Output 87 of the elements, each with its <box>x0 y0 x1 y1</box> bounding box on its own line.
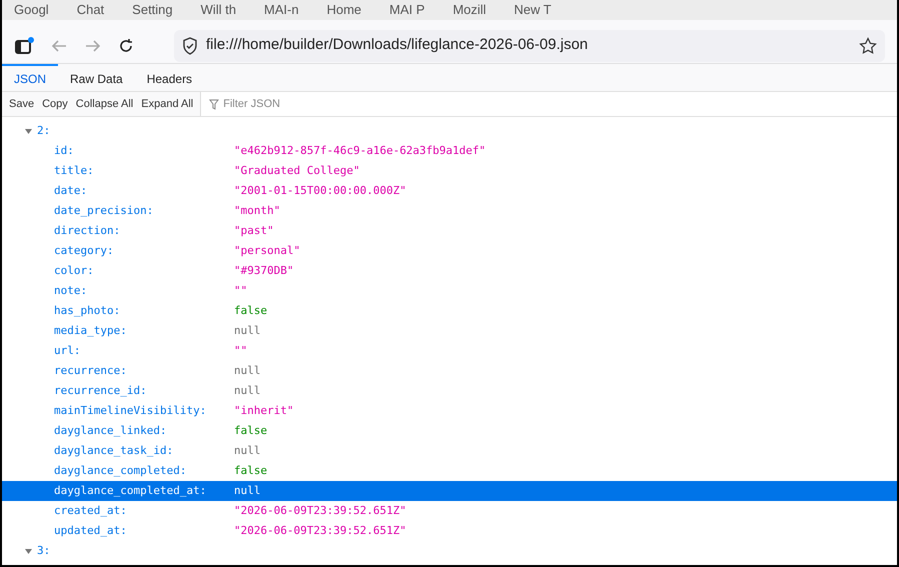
json-row[interactable]: recurrence: null <box>2 361 897 381</box>
json-row[interactable]: created_at: "2026-06-09T23:39:52.651Z" <box>2 501 897 521</box>
json-value: "e462b912-857f-46c9-a16e-62a3fb9a1def" <box>234 142 486 159</box>
json-value: null <box>234 362 260 379</box>
json-value: "2001-01-15T00:00:00.000Z" <box>234 182 406 199</box>
json-value: false <box>234 462 268 479</box>
json-row[interactable]: url: "" <box>2 341 897 361</box>
json-key: created_at: <box>54 502 234 520</box>
json-value: "2026-06-09T23:39:52.651Z" <box>234 522 406 539</box>
json-row[interactable]: color: "#9370DB" <box>2 261 897 281</box>
reload-icon[interactable] <box>118 38 134 54</box>
json-key: 3: <box>37 542 50 560</box>
json-row[interactable]: media_type: null <box>2 321 897 341</box>
json-value: null <box>234 382 260 399</box>
toolbar-button[interactable]: Save <box>6 96 38 112</box>
json-key: has_photo: <box>54 302 234 320</box>
json-row[interactable]: mainTimelineVisibility: "inherit" <box>2 401 897 421</box>
json-row[interactable]: date: "2001-01-15T00:00:00.000Z" <box>2 181 897 201</box>
filter-field[interactable]: Filter JSON <box>223 96 366 112</box>
json-row[interactable]: dayglance_linked: false <box>2 421 897 441</box>
json-row[interactable]: has_photo: false <box>2 301 897 321</box>
twisty-icon[interactable] <box>24 546 33 556</box>
toolbar-button[interactable]: Copy <box>39 96 71 112</box>
json-key: color: <box>54 262 234 280</box>
bookmark-link[interactable]: New T <box>514 0 552 20</box>
json-key: id: <box>54 142 234 160</box>
json-value: null <box>234 482 260 499</box>
json-value: "inherit" <box>234 402 294 419</box>
bookmark-link[interactable]: Mozill <box>452 0 486 20</box>
bookmark-link[interactable]: MAI-n <box>264 0 299 20</box>
json-key: 2: <box>37 122 50 140</box>
json-key: date_precision: <box>54 202 234 220</box>
json-row[interactable]: updated_at: "2026-06-09T23:39:52.651Z" <box>2 521 897 541</box>
address-bar[interactable]: file:///home/builder/Downloads/lifeglance-2026-06-09.json <box>174 30 885 62</box>
tab[interactable]: Raw Data <box>58 64 135 91</box>
json-row[interactable]: category: "personal" <box>2 241 897 261</box>
json-key: direction: <box>54 222 234 240</box>
json-key: mainTimelineVisibility: <box>54 402 234 420</box>
json-value: null <box>234 442 260 459</box>
json-key: date: <box>54 182 234 200</box>
star-icon[interactable] <box>859 36 877 54</box>
json-key: updated_at: <box>54 522 234 540</box>
bookmark-link[interactable]: Will th <box>200 0 236 20</box>
url-text: file:///home/builder/Downloads/lifeglance-2026-06-09.json <box>206 35 589 56</box>
json-value: "" <box>234 342 248 359</box>
json-key: category: <box>54 242 234 260</box>
sidebar-icon[interactable] <box>14 36 34 54</box>
json-value: null <box>234 322 260 339</box>
json-value: "Graduated College" <box>234 162 360 179</box>
bookmark-link[interactable]: Home <box>326 0 362 20</box>
json-key: dayglance_task_id: <box>54 442 234 460</box>
json-key: note: <box>54 282 234 300</box>
json-key: dayglance_completed_at: <box>54 482 234 500</box>
bookmark-link[interactable]: Setting <box>132 0 173 20</box>
json-row[interactable]: title: "Graduated College" <box>2 161 897 181</box>
bookmark-link[interactable]: Googl <box>14 0 49 20</box>
json-row[interactable]: dayglance_task_id: null <box>2 441 897 461</box>
shield-icon <box>182 36 198 54</box>
toolbar-button[interactable]: Expand All <box>138 96 196 112</box>
json-value: false <box>234 422 268 439</box>
json-key: url: <box>54 342 234 360</box>
json-row[interactable]: dayglance_completed: false <box>2 461 897 481</box>
bookmark-link[interactable]: MAI P <box>389 0 425 20</box>
tab[interactable]: Headers <box>134 64 204 91</box>
toolbar-button[interactable]: Collapse All <box>72 96 136 112</box>
json-row[interactable]: date_precision: "month" <box>2 201 897 221</box>
json-value: "2026-06-09T23:39:52.651Z" <box>234 502 406 519</box>
json-value: "past" <box>234 222 274 239</box>
json-row[interactable]: note: "" <box>2 281 897 301</box>
bookmark-link[interactable]: Chat <box>76 0 104 20</box>
json-value: "" <box>234 282 248 299</box>
json-value: "month" <box>234 202 280 219</box>
json-key: title: <box>54 162 234 180</box>
filter-icon <box>209 98 220 110</box>
json-key: recurrence_id: <box>54 382 234 400</box>
json-value: "#9370DB" <box>234 262 294 279</box>
json-row[interactable]: recurrence_id: null <box>2 381 897 401</box>
json-key: dayglance_completed: <box>54 462 234 480</box>
json-key: dayglance_linked: <box>54 422 234 440</box>
twisty-icon[interactable] <box>24 126 33 136</box>
json-row[interactable]: id: "e462b912-857f-46c9-a16e-62a3fb9a1def" <box>2 141 897 161</box>
json-value: false <box>234 302 268 319</box>
json-row[interactable]: direction: "past" <box>2 221 897 241</box>
json-value: "personal" <box>234 242 300 259</box>
json-row[interactable]: dayglance_completed_at: null <box>2 481 897 501</box>
json-key: media_type: <box>54 322 234 340</box>
json-key: recurrence: <box>54 362 234 380</box>
